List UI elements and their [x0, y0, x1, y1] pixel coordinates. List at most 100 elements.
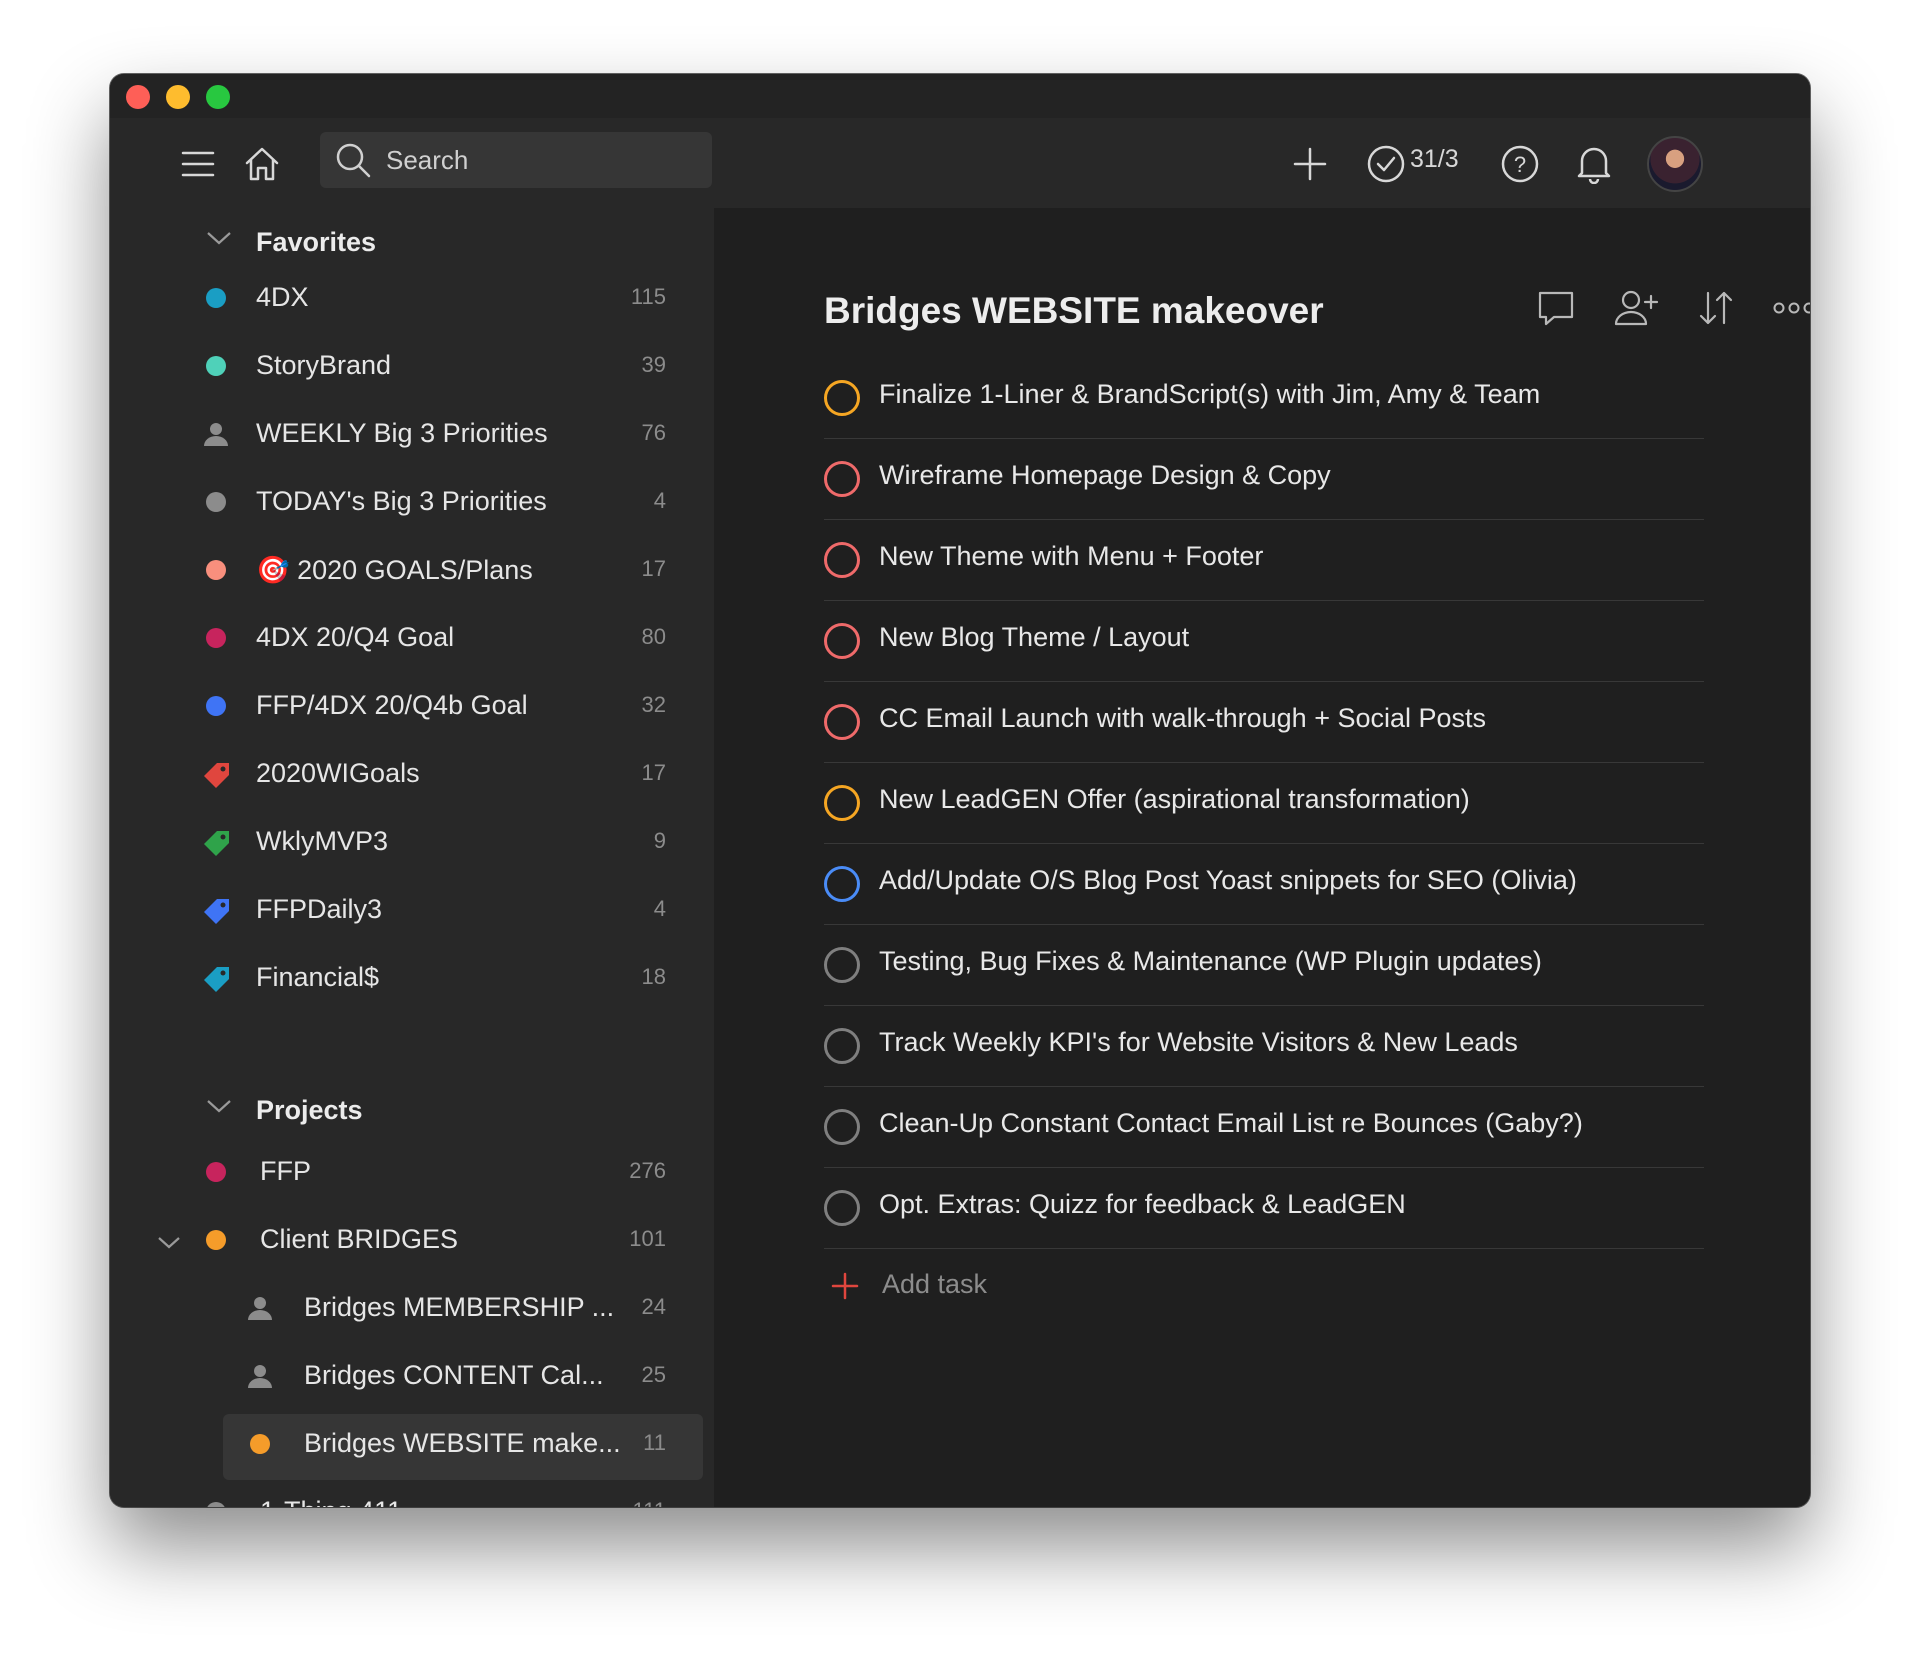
project-item[interactable]: Bridges CONTENT Cal... 25 [110, 1348, 714, 1404]
task-checkbox[interactable] [824, 1028, 860, 1064]
task-row[interactable]: New Blog Theme / Layout [824, 601, 1704, 682]
task-text[interactable]: Finalize 1-Liner & BrandScript(s) with J… [879, 379, 1540, 410]
svg-text:?: ? [1514, 152, 1526, 177]
add-task-button[interactable]: Add task [824, 1249, 1704, 1325]
task-row[interactable]: Clean-Up Constant Contact Email List re … [824, 1087, 1704, 1168]
task-row[interactable]: Wireframe Homepage Design & Copy [824, 439, 1704, 520]
favorites-header-label: Favorites [256, 226, 377, 257]
task-row[interactable]: Add/Update O/S Blog Post Yoast snippets … [824, 844, 1704, 925]
home-icon[interactable] [240, 142, 284, 186]
search-bar[interactable] [320, 132, 712, 188]
favorite-item[interactable]: 4DX 20/Q4 Goal 80 [110, 610, 714, 666]
item-label: 🎯 2020 GOALS/Plans [256, 555, 533, 585]
task-text[interactable]: Opt. Extras: Quizz for feedback & LeadGE… [879, 1189, 1406, 1220]
comments-icon[interactable] [1534, 286, 1578, 330]
task-text[interactable]: CC Email Launch with walk-through + Soci… [879, 703, 1486, 734]
task-row[interactable]: Track Weekly KPI's for Website Visitors … [824, 1006, 1704, 1087]
color-dot [206, 628, 226, 648]
favorite-item[interactable]: Financial$ 18 [110, 950, 714, 1006]
tag-icon [203, 897, 231, 930]
task-checkbox[interactable] [824, 947, 860, 983]
color-dot [206, 1162, 226, 1182]
person-icon [247, 1363, 273, 1394]
color-dot [250, 1434, 270, 1454]
task-text[interactable]: Wireframe Homepage Design & Copy [879, 460, 1331, 491]
task-row[interactable]: Testing, Bug Fixes & Maintenance (WP Plu… [824, 925, 1704, 1006]
task-checkbox[interactable] [824, 1190, 860, 1226]
item-count: 25 [641, 1362, 666, 1387]
favorite-item[interactable]: StoryBrand 39 [110, 338, 714, 394]
favorite-item[interactable]: WklyMVP3 9 [110, 814, 714, 870]
search-input[interactable] [386, 144, 686, 176]
sort-icon[interactable] [1694, 286, 1738, 330]
favorite-item[interactable]: TODAY's Big 3 Priorities 4 [110, 474, 714, 530]
project-item[interactable]: Bridges MEMBERSHIP ... 24 [110, 1280, 714, 1336]
person-icon [247, 1295, 273, 1326]
task-text[interactable]: Testing, Bug Fixes & Maintenance (WP Plu… [879, 946, 1542, 977]
item-count: 24 [641, 1294, 666, 1319]
task-text[interactable]: New Blog Theme / Layout [879, 622, 1189, 653]
task-checkbox[interactable] [824, 704, 860, 740]
plus-icon [1293, 147, 1327, 181]
favorites-header[interactable]: Favorites [207, 222, 377, 262]
task-checkbox[interactable] [824, 542, 860, 578]
task-checkbox[interactable] [824, 866, 860, 902]
item-count: 11 [643, 1430, 666, 1455]
title-bar [110, 74, 1810, 118]
search-icon [336, 143, 371, 178]
tag-icon [203, 965, 231, 998]
bell-icon[interactable] [1572, 140, 1616, 186]
chevron-down-icon[interactable] [204, 228, 234, 248]
avatar[interactable] [1647, 136, 1703, 192]
more-options-icon[interactable] [1772, 286, 1810, 330]
item-count: 111 [633, 1498, 666, 1507]
menu-icon[interactable] [178, 144, 218, 184]
help-icon[interactable]: ? [1498, 142, 1542, 186]
item-label: TODAY's Big 3 Priorities [256, 486, 547, 516]
task-text[interactable]: Add/Update O/S Blog Post Yoast snippets … [879, 865, 1577, 896]
chevron-down-icon[interactable] [156, 1234, 182, 1252]
item-label: FFPDaily3 [256, 894, 383, 924]
page-title: Bridges WEBSITE makeover [824, 290, 1324, 331]
project-item[interactable]: Bridges WEBSITE make... 11 [110, 1414, 714, 1480]
task-checkbox[interactable] [824, 623, 860, 659]
quick-add-button[interactable] [1288, 142, 1332, 186]
item-count: 18 [641, 964, 666, 989]
chevron-down-icon[interactable] [204, 1096, 234, 1116]
minimize-window-button[interactable] [166, 85, 190, 109]
task-row[interactable]: Finalize 1-Liner & BrandScript(s) with J… [824, 358, 1704, 439]
task-checkbox[interactable] [824, 785, 860, 821]
task-text[interactable]: New Theme with Menu + Footer [879, 541, 1263, 572]
projects-header[interactable]: Projects [207, 1090, 363, 1130]
item-label: FFP/4DX 20/Q4b Goal [256, 690, 528, 720]
zoom-window-button[interactable] [206, 85, 230, 109]
task-text[interactable]: Clean-Up Constant Contact Email List re … [879, 1108, 1583, 1139]
item-count: 101 [629, 1226, 666, 1251]
task-row[interactable]: Opt. Extras: Quizz for feedback & LeadGE… [824, 1168, 1704, 1249]
task-row[interactable]: New LeadGEN Offer (aspirational transfor… [824, 763, 1704, 844]
task-row[interactable]: New Theme with Menu + Footer [824, 520, 1704, 601]
task-checkbox[interactable] [824, 1109, 860, 1145]
item-label: 1-Thing 411 [260, 1496, 402, 1507]
task-checkbox[interactable] [824, 461, 860, 497]
task-text[interactable]: New LeadGEN Offer (aspirational transfor… [879, 784, 1470, 815]
close-window-button[interactable] [126, 85, 150, 109]
project-item[interactable]: FFP 276 [110, 1144, 714, 1200]
share-add-person-icon[interactable] [1612, 286, 1660, 330]
add-task-label: Add task [882, 1269, 988, 1299]
task-row[interactable]: CC Email Launch with walk-through + Soci… [824, 682, 1704, 763]
favorite-item[interactable]: FFPDaily3 4 [110, 882, 714, 938]
project-item[interactable]: Client BRIDGES 101 [110, 1212, 714, 1268]
favorite-item[interactable]: WEEKLY Big 3 Priorities 76 [110, 406, 714, 462]
color-dot [206, 1230, 226, 1250]
task-checkbox[interactable] [824, 380, 860, 416]
item-count: 76 [641, 420, 666, 445]
project-item[interactable]: 1-Thing 411 111 [110, 1484, 714, 1507]
favorite-item[interactable]: FFP/4DX 20/Q4b Goal 32 [110, 678, 714, 734]
favorite-item[interactable]: 🎯 2020 GOALS/Plans 17 [110, 542, 714, 598]
favorite-item[interactable]: 2020WIGoals 17 [110, 746, 714, 802]
favorite-item[interactable]: 4DX 115 [110, 270, 714, 326]
productivity-check-icon[interactable] [1364, 142, 1408, 186]
karma-count[interactable]: 31/3 [1410, 145, 1459, 174]
task-text[interactable]: Track Weekly KPI's for Website Visitors … [879, 1027, 1518, 1058]
